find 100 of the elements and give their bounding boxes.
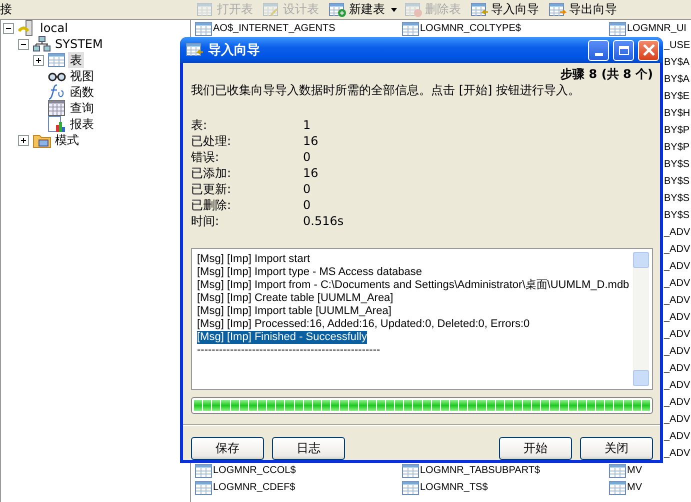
close-button[interactable] [638,40,659,60]
tree-item[interactable]: 查询 [68,100,96,116]
table-name[interactable]: LOGMNR_TS$ [420,482,488,493]
dialog-button[interactable]: 日志 [272,437,345,460]
table-icon [402,462,420,478]
collapse-toggle[interactable] [3,22,14,34]
table-icon [195,480,213,496]
table-name[interactable]: LOGMNR_UI [627,23,686,34]
table-name[interactable]: BY$S [664,159,690,170]
table-icon [48,52,66,68]
stat-label: 表: [191,118,208,133]
table-name[interactable]: BY$S [664,210,690,221]
stat-label: 时间: [191,214,220,229]
tree-item[interactable]: 模式 [53,132,81,148]
table-name[interactable]: _ADV [664,278,690,289]
stat-label: 已更新: [191,182,232,197]
stat-label: 已删除: [191,198,232,213]
table-name[interactable]: _ADV [664,431,690,442]
log-line: -------------------------------------------------- [197,344,380,357]
folder-icon [33,132,51,148]
stat-value: 0 [303,150,312,165]
table-name[interactable]: _ADV [664,244,690,255]
table-icon [609,480,627,496]
table-name[interactable]: _ADV [664,329,690,340]
table-name[interactable]: _ADV [664,261,690,272]
minimize-icon [594,52,602,56]
maximize-icon [618,46,628,54]
table-name[interactable]: _ADV [664,227,690,238]
table-name[interactable]: BY$H [664,108,690,119]
stat-value: 0.516s [303,214,345,229]
table-name[interactable]: BY$E [664,91,690,102]
stat-label: 错误: [191,150,220,165]
stat-label: 已处理: [191,134,232,149]
chart-icon [48,116,66,132]
table-minus-icon [405,2,423,16]
tree-item[interactable]: 视图 [68,68,96,84]
table-name[interactable]: _USE [664,40,690,51]
description-text: 我们已收集向导导入数据时所需的全部信息。点击 [开始] 按钮进行导入。 [191,82,581,99]
table-icon [402,480,420,496]
table-name[interactable]: _ADV [664,363,690,374]
table-name[interactable]: LOGMNR_CDEF$ [213,482,296,493]
table-name[interactable]: _ADV [664,414,690,425]
table-icon [197,2,215,16]
dialog-button[interactable]: 保存 [191,437,264,460]
table-name[interactable]: _ADV [664,312,690,323]
toolbar-button[interactable]: 导入向导 [469,0,545,18]
table-name[interactable]: MV [627,482,642,493]
step-indicator: 步骤 8 (共 8 个) [560,66,653,82]
table-name[interactable]: _ADV [664,380,690,391]
tree-item[interactable]: 表 [68,52,84,68]
table-name[interactable]: LOGMNR_CCOL$ [213,465,296,476]
network-icon [33,36,51,52]
expand-toggle[interactable] [18,134,29,146]
maximize-button[interactable] [613,40,634,60]
collapse-toggle[interactable] [18,38,29,50]
table-name[interactable]: BY$P [664,142,690,153]
toolbar-button[interactable]: 导出向导 [547,0,623,18]
log-line: [Msg] [Imp] Import from - C:\Documents and Settings\Administrator\桌面\UUMLM_D.mdb [197,279,630,292]
table-name[interactable]: BY$A [664,74,690,85]
log-line: [Msg] [Imp] Import start [197,253,310,266]
stat-value: 1 [303,118,312,133]
panel-title: 接 [0,1,13,18]
table-name[interactable]: BY$P [664,125,690,136]
dialog-button[interactable]: 开始 [499,437,572,460]
table-icon [609,462,627,478]
function-icon [48,84,66,100]
stat-value: 0 [303,182,312,197]
tree-item[interactable]: 函数 [68,84,96,100]
table-name[interactable]: _ADV [664,295,690,306]
minimize-button[interactable] [588,40,609,60]
dropdown-arrow-icon[interactable] [391,8,397,12]
table-name[interactable]: LOGMNR_COLTYPE$ [420,23,521,34]
expand-toggle[interactable] [33,54,44,66]
table-name[interactable]: LOGMNR_TABSUBPART$ [420,465,540,476]
table-name[interactable]: _ADV [664,346,690,357]
table-name[interactable]: _ADV [664,397,690,408]
stat-label: 已添加: [191,166,232,181]
tree-item[interactable]: SYSTEM [53,36,105,52]
tree-item[interactable]: local [38,20,70,36]
stat-value: 16 [303,166,320,181]
table-name[interactable]: MV [627,465,642,476]
table-name[interactable]: _ADV [664,448,690,459]
stat-value: 16 [303,134,320,149]
table-name[interactable]: AO$_INTERNET_AGENTS [213,23,336,34]
table-plus-icon [329,2,347,16]
tree-item[interactable]: 报表 [68,116,96,132]
stat-value: 0 [303,198,312,213]
log-line: [Msg] [Imp] Create table [UUMLM_Area] [197,292,394,305]
table-name[interactable]: BY$A [664,57,690,68]
log-line: [Msg] [Imp] Import type - MS Access database [197,266,422,279]
grid-icon [48,100,66,116]
table-icon [263,2,281,16]
toolbar-button[interactable]: 新建表 [327,0,391,18]
table-name[interactable]: BY$S [664,176,690,187]
log-line: [Msg] [Imp] Import table [UUMLM_Area] [197,305,392,318]
table-name[interactable]: BY$S [664,193,690,204]
window-title: 导入向导 [208,42,260,59]
log-line: [Msg] [Imp] Processed:16, Added:16, Updated:0, Deleted:0, Errors:0 [197,318,530,331]
table-icon [195,462,213,478]
dialog-button[interactable]: 关闭 [580,437,653,460]
